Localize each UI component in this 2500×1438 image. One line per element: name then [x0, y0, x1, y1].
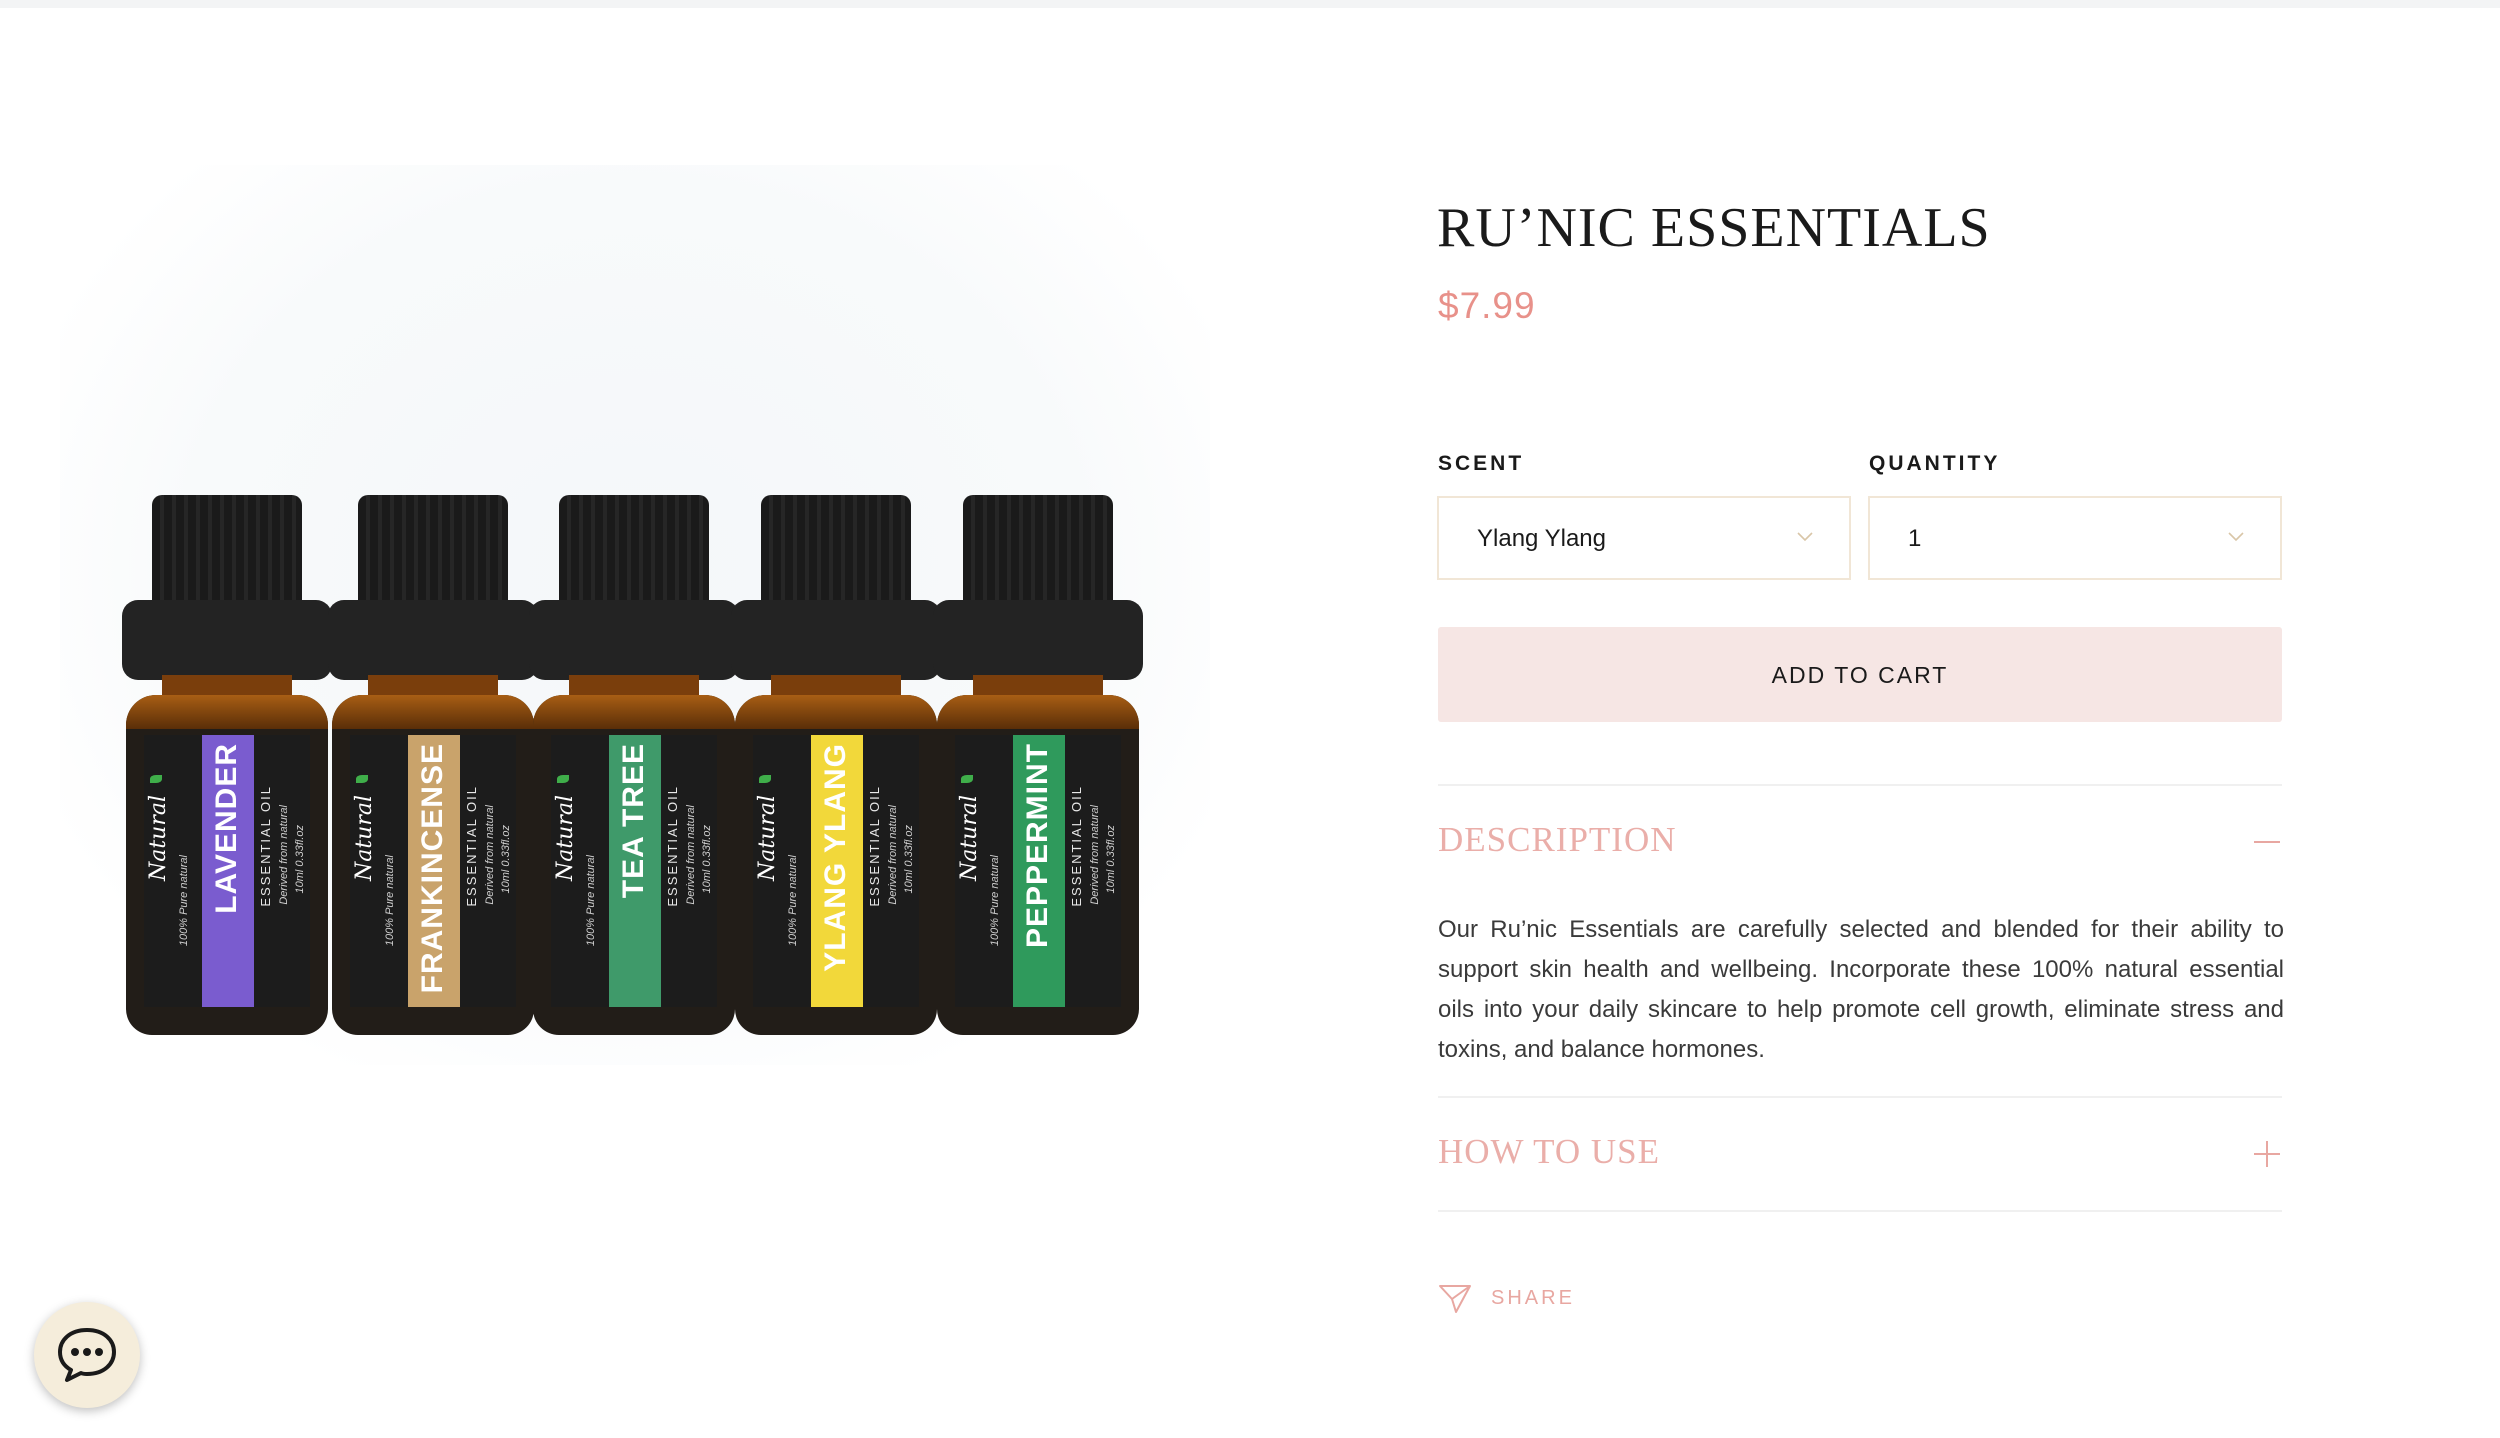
- bottle-glass: [332, 695, 534, 729]
- minus-icon[interactable]: [2253, 828, 2281, 856]
- bottle-body: Natural 100% Pure natural LAVENDER ESSENTIA…: [126, 695, 328, 1035]
- cap-ring: [122, 600, 332, 680]
- bottle-glass: [735, 695, 937, 729]
- chat-widget-button[interactable]: [34, 1302, 140, 1408]
- label-volume: 10ml 0.33fl.oz: [294, 825, 306, 894]
- label-volume: 10ml 0.33fl.oz: [903, 825, 915, 894]
- label-note: Derived from natural: [1089, 805, 1101, 905]
- label-note: Derived from natural: [278, 805, 290, 905]
- label-volume: 10ml 0.33fl.oz: [500, 825, 512, 894]
- share-icon: [1439, 1285, 1471, 1313]
- label-tagline: 100% Pure natural: [787, 855, 799, 947]
- bottle-label: Natural 100% Pure natural PEPPERMINT ESSENT…: [955, 735, 1121, 1007]
- label-note: Derived from natural: [887, 805, 899, 905]
- label-oil-name: YLANG YLANG: [819, 743, 852, 972]
- label-subtitle: ESSENTIAL OIL: [1069, 785, 1084, 907]
- cap-ring: [933, 600, 1143, 680]
- leaf-icon: [150, 775, 162, 783]
- label-oil-name: PEPPERMINT: [1021, 743, 1054, 949]
- label-color-band: PEPPERMINT: [1013, 735, 1065, 1007]
- label-color-band: YLANG YLANG: [811, 735, 863, 1007]
- cap-ring: [328, 600, 538, 680]
- bottle-label: Natural 100% Pure natural LAVENDER ESSENTIA…: [144, 735, 310, 1007]
- label-subtitle: ESSENTIAL OIL: [464, 785, 479, 907]
- bottle-label: Natural 100% Pure natural YLANG YLANG ESSEN…: [753, 735, 919, 1007]
- label-volume: 10ml 0.33fl.oz: [1105, 825, 1117, 894]
- cap-ring: [731, 600, 941, 680]
- dropper-cap: [963, 495, 1113, 605]
- label-tagline: 100% Pure natural: [585, 855, 597, 947]
- oil-bottle: Natural 100% Pure natural LAVENDER ESSENTIA…: [122, 495, 332, 1035]
- chevron-down-icon: [2228, 532, 2244, 542]
- cap-ring: [529, 600, 739, 680]
- add-to-cart-button[interactable]: ADD TO CART: [1438, 627, 2282, 722]
- label-oil-name: FRANKINCENSE: [416, 743, 449, 994]
- bottle-label: Natural 100% Pure natural FRANKINCENSE ESSE…: [350, 735, 516, 1007]
- product-image[interactable]: Natural 100% Pure natural LAVENDER ESSENTIA…: [60, 165, 1210, 1065]
- bottle-glass: [937, 695, 1139, 729]
- description-text: Our Ru’nic Essentials are carefully sele…: [1438, 916, 2284, 1063]
- label-color-band: FRANKINCENSE: [408, 735, 460, 1007]
- label-brand-script: Natural: [352, 795, 377, 882]
- label-volume: 10ml 0.33fl.oz: [701, 825, 713, 894]
- label-brand-script: Natural: [957, 795, 982, 882]
- label-tagline: 100% Pure natural: [178, 855, 190, 947]
- dropper-cap: [358, 495, 508, 605]
- label-color-band: LAVENDER: [202, 735, 254, 1007]
- oil-bottle: Natural 100% Pure natural PEPPERMINT ESSENT…: [933, 495, 1143, 1035]
- bottle-body: Natural 100% Pure natural TEA TREE ESSENTIA…: [533, 695, 735, 1035]
- label-note: Derived from natural: [484, 805, 496, 905]
- leaf-icon: [557, 775, 569, 783]
- bottle-glass: [126, 695, 328, 729]
- oil-bottle: Natural 100% Pure natural YLANG YLANG ESSEN…: [731, 495, 941, 1035]
- dropper-cap: [559, 495, 709, 605]
- how-to-use-toggle[interactable]: HOW TO USE: [1438, 1132, 1660, 1172]
- label-subtitle: ESSENTIAL OIL: [665, 785, 680, 907]
- top-border: [0, 0, 2500, 8]
- label-tagline: 100% Pure natural: [384, 855, 396, 947]
- quantity-label: QUANTITY: [1869, 452, 2001, 475]
- dropper-cap: [152, 495, 302, 605]
- dropper-cap: [761, 495, 911, 605]
- chat-bubble-icon: [58, 1328, 116, 1382]
- label-note: Derived from natural: [685, 805, 697, 905]
- scent-label: SCENT: [1438, 452, 1525, 475]
- bottle-body: Natural 100% Pure natural PEPPERMINT ESSENT…: [937, 695, 1139, 1035]
- oil-bottle: Natural 100% Pure natural FRANKINCENSE ESSE…: [328, 495, 538, 1035]
- label-oil-name: TEA TREE: [617, 743, 650, 899]
- label-tagline: 100% Pure natural: [989, 855, 1001, 947]
- label-oil-name: LAVENDER: [210, 743, 243, 914]
- leaf-icon: [356, 775, 368, 783]
- label-brand-script: Natural: [553, 795, 578, 882]
- bottle-body: Natural 100% Pure natural FRANKINCENSE ESSE…: [332, 695, 534, 1035]
- share-label: SHARE: [1491, 1287, 1575, 1309]
- quantity-select[interactable]: 1: [1868, 496, 2282, 580]
- product-price: $7.99: [1438, 285, 1536, 326]
- quantity-select-value: 1: [1908, 525, 1922, 552]
- leaf-icon: [759, 775, 771, 783]
- divider: [1438, 1210, 2282, 1212]
- chevron-down-icon: [1797, 532, 1813, 542]
- bottle-body: Natural 100% Pure natural YLANG YLANG ESSEN…: [735, 695, 937, 1035]
- bottle-glass: [533, 695, 735, 729]
- scent-select-value: Ylang Ylang: [1477, 525, 1606, 552]
- label-brand-script: Natural: [146, 795, 171, 882]
- scent-select[interactable]: Ylang Ylang: [1437, 496, 1851, 580]
- leaf-icon: [961, 775, 973, 783]
- plus-icon[interactable]: [2253, 1140, 2281, 1168]
- divider: [1438, 1096, 2282, 1098]
- product-title: RU’NIC ESSENTIALS: [1437, 197, 1991, 259]
- oil-bottle: Natural 100% Pure natural TEA TREE ESSENTIA…: [529, 495, 739, 1035]
- bottle-label: Natural 100% Pure natural TEA TREE ESSENTIA…: [551, 735, 717, 1007]
- label-subtitle: ESSENTIAL OIL: [258, 785, 273, 907]
- label-subtitle: ESSENTIAL OIL: [867, 785, 882, 907]
- description-toggle[interactable]: DESCRIPTION: [1438, 820, 1677, 860]
- divider: [1438, 784, 2282, 786]
- label-color-band: TEA TREE: [609, 735, 661, 1007]
- label-brand-script: Natural: [755, 795, 780, 882]
